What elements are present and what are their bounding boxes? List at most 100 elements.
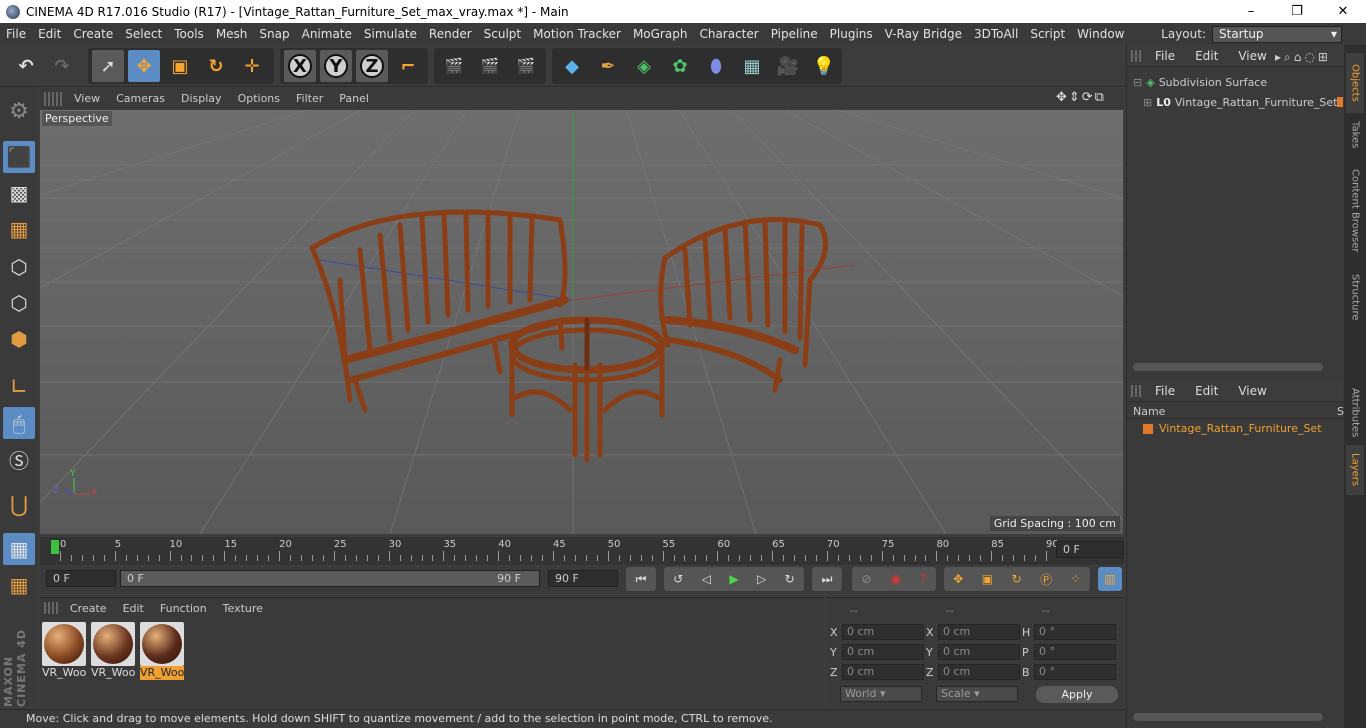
snap-magnet-icon[interactable]: ⋃	[3, 489, 35, 521]
playhead-marker[interactable]	[51, 540, 59, 554]
coord-field[interactable]: 0 cm	[938, 664, 1020, 680]
coord-field[interactable]: 0 cm	[938, 624, 1020, 640]
apply-button[interactable]: Apply	[1036, 686, 1118, 703]
key-rotation-icon[interactable]: ↻	[1012, 572, 1022, 586]
viewport-menu-cameras[interactable]: Cameras	[108, 92, 173, 105]
layers-menu-file[interactable]: File	[1145, 384, 1185, 398]
pen-spline-icon[interactable]: ✒	[592, 50, 624, 82]
side-tab-layers[interactable]: Layers	[1346, 445, 1364, 495]
side-tab-structure[interactable]: Structure	[1346, 267, 1364, 327]
viewport-menu-view[interactable]: View	[66, 92, 108, 105]
solo-mode-icon[interactable]: Ⓢ	[3, 443, 35, 475]
menu-animate[interactable]: Animate	[296, 27, 358, 41]
objects-menu-view[interactable]: View	[1228, 49, 1276, 63]
frame-range-slider[interactable]: 0 F 90 F	[120, 570, 540, 587]
polygons-mode-icon[interactable]: ⬢	[3, 323, 35, 355]
rotate-tool-icon[interactable]: ↻	[200, 50, 232, 82]
menu-plugins[interactable]: Plugins	[824, 27, 879, 41]
perspective-viewport[interactable]: Y X Z	[40, 110, 1123, 534]
coord-field[interactable]: 0 °	[1034, 664, 1116, 680]
viewport-menu-display[interactable]: Display	[173, 92, 230, 105]
tree-item-subdivision[interactable]: ⊟ ◈ Subdivision Surface	[1133, 76, 1267, 89]
object-scrollbar[interactable]	[1133, 363, 1323, 371]
menu-simulate[interactable]: Simulate	[358, 27, 423, 41]
render-settings-icon[interactable]: 🎬	[510, 50, 542, 82]
menu-mograph[interactable]: MoGraph	[627, 27, 694, 41]
timeline-ruler[interactable]: 0 5 10 15 20 25 30 35 40 45 50 55 60 65 70 75 80 85 90 0 F	[40, 537, 1124, 565]
viewport-nav-icons[interactable]: ✥⇕⟳⧉	[1056, 90, 1106, 105]
subdivision-surface-icon[interactable]: ◈	[628, 50, 660, 82]
key-pla-icon[interactable]: ⁘	[1071, 572, 1081, 586]
timeline-window-icon[interactable]: ▥	[1098, 567, 1122, 591]
drag-handle-icon[interactable]	[1131, 49, 1141, 62]
start-frame-field[interactable]: 0 F	[46, 570, 116, 587]
go-to-start-button[interactable]: ⏮	[626, 567, 656, 591]
coord-field[interactable]: 0 cm	[842, 664, 924, 680]
camera-icon[interactable]: 🎥	[772, 50, 804, 82]
edges-mode-icon[interactable]: ⬡	[3, 287, 35, 319]
drag-handle-icon[interactable]	[1131, 384, 1141, 397]
menu-mesh[interactable]: Mesh	[210, 27, 254, 41]
side-tab-takes[interactable]: Takes	[1346, 115, 1364, 155]
material-menu-function[interactable]: Function	[152, 602, 215, 615]
side-tab-objects[interactable]: Objects	[1346, 53, 1364, 113]
key-scale-icon[interactable]: ▣	[982, 572, 993, 586]
render-view-icon[interactable]: 🎬	[438, 50, 470, 82]
object-manager-tool-icons[interactable]: ▸⌕⌂◌⊞	[1275, 50, 1331, 65]
menu-v-ray-bridge[interactable]: V-Ray Bridge	[879, 27, 968, 41]
objects-menu-edit[interactable]: Edit	[1185, 49, 1228, 63]
texture-mode-icon[interactable]: ▩	[3, 177, 35, 209]
workplane-mode-icon[interactable]: ▦	[3, 213, 35, 245]
objects-menu-file[interactable]: File	[1145, 49, 1185, 63]
coord-field[interactable]: 0 °	[1034, 644, 1116, 660]
tree-item-furniture-set[interactable]: ⊞ L0 Vintage_Rattan_Furniture_Set	[1143, 96, 1337, 109]
make-editable-icon[interactable]: ⚙	[3, 95, 35, 127]
coord-field[interactable]: 0 cm	[842, 624, 924, 640]
menu-pipeline[interactable]: Pipeline	[765, 27, 824, 41]
menu-motion-tracker[interactable]: Motion Tracker	[527, 27, 627, 41]
layers-menu-edit[interactable]: Edit	[1185, 384, 1228, 398]
key-position-icon[interactable]: ✥	[953, 572, 963, 586]
material-menu-edit[interactable]: Edit	[115, 602, 152, 615]
material-thumbnail[interactable]: VR_Woo	[42, 622, 86, 680]
scale-dropdown[interactable]: Scale ▾	[936, 686, 1018, 702]
menu-tools[interactable]: Tools	[168, 27, 210, 41]
z-axis-lock-button[interactable]: Z	[356, 50, 388, 82]
coordinate-system-icon[interactable]: ⌐	[392, 50, 424, 82]
drag-handle-icon[interactable]	[44, 91, 62, 106]
points-mode-icon[interactable]: ⬡	[3, 251, 35, 283]
minimize-button[interactable]: –	[1228, 0, 1274, 23]
floor-icon[interactable]: ▦	[736, 50, 768, 82]
layer-row[interactable]: Vintage_Rattan_Furniture_Set	[1143, 422, 1322, 435]
transform-tool-icon[interactable]: ✛	[236, 50, 268, 82]
material-menu-texture[interactable]: Texture	[215, 602, 271, 615]
end-frame-field[interactable]: 90 F	[548, 570, 618, 587]
menu-script[interactable]: Script	[1024, 27, 1071, 41]
undo-button[interactable]: ↶	[10, 50, 42, 82]
live-selection-icon[interactable]: ➚	[92, 50, 124, 82]
autokey-icon[interactable]: ?	[920, 572, 926, 586]
record-keys-icon[interactable]: ◉	[891, 572, 901, 586]
side-tab-content-browser[interactable]: Content Browser	[1346, 163, 1364, 258]
cloner-icon[interactable]: ✿	[664, 50, 696, 82]
menu-window[interactable]: Window	[1071, 27, 1130, 41]
menu-edit[interactable]: Edit	[32, 27, 67, 41]
layer-scrollbar[interactable]	[1133, 713, 1323, 721]
current-frame-field[interactable]: 0 F	[1056, 541, 1124, 558]
x-axis-lock-button[interactable]: X	[284, 50, 316, 82]
move-tool-icon[interactable]: ✥	[128, 50, 160, 82]
viewport-menu-options[interactable]: Options	[230, 92, 288, 105]
menu-create[interactable]: Create	[67, 27, 119, 41]
coord-field[interactable]: 0 cm	[842, 644, 924, 660]
previous-frame-icon[interactable]: ◁	[702, 572, 711, 586]
key-parameter-icon[interactable]: Ⓟ	[1040, 571, 1052, 588]
menu-snap[interactable]: Snap	[253, 27, 295, 41]
deformer-icon[interactable]: ⬮	[700, 50, 732, 82]
light-icon[interactable]: 💡	[808, 50, 840, 82]
render-picture-viewer-icon[interactable]: 🎬	[474, 50, 506, 82]
redo-button[interactable]: ↷	[46, 50, 78, 82]
coord-field[interactable]: 0 cm	[938, 644, 1020, 660]
viewport-menu-panel[interactable]: Panel	[331, 92, 377, 105]
axis-mode-icon[interactable]: ∟	[3, 371, 35, 403]
next-frame-icon[interactable]: ▷	[757, 572, 766, 586]
